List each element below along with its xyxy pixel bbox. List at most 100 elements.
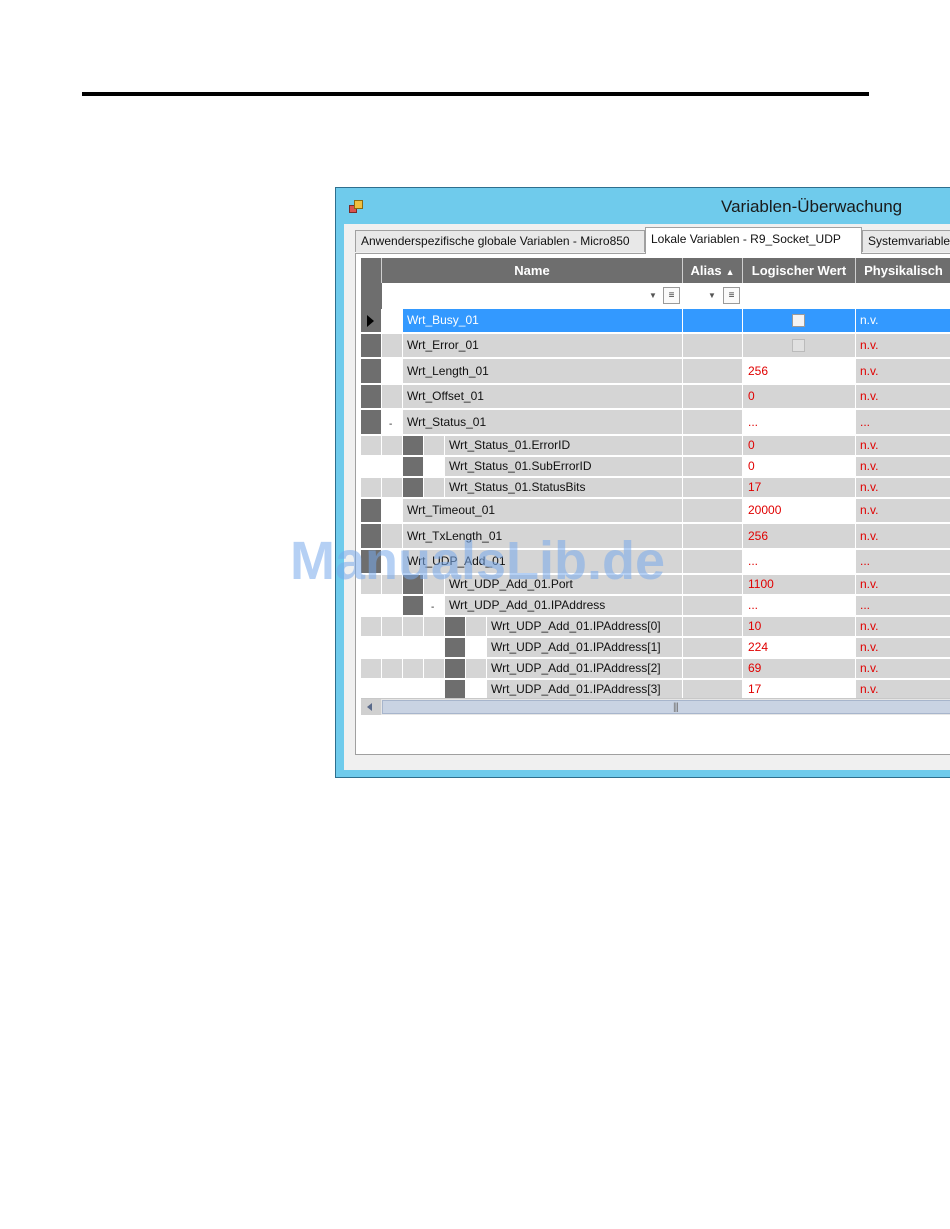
table-row[interactable]: Wrt_UDP_Add_01.IPAddress[0] 10 n.v. xyxy=(361,617,950,638)
physical-value-cell[interactable]: n.v. xyxy=(856,617,950,638)
alias-cell[interactable] xyxy=(683,385,743,410)
physical-value-cell[interactable]: n.v. xyxy=(856,499,950,524)
variable-name-cell[interactable]: Wrt_Error_01 xyxy=(403,334,683,359)
table-row[interactable]: Wrt_Length_01 256 n.v. xyxy=(361,359,950,385)
row-header[interactable] xyxy=(403,436,424,457)
alias-cell[interactable] xyxy=(683,524,743,550)
row-header[interactable] xyxy=(361,410,382,436)
alias-cell[interactable] xyxy=(683,575,743,596)
table-row[interactable]: Wrt_Status_01.SubErrorID 0 n.v. xyxy=(361,457,950,478)
column-header-physical[interactable]: Physikalisch xyxy=(856,258,950,283)
physical-value-cell[interactable]: n.v. xyxy=(856,659,950,680)
row-header[interactable] xyxy=(361,524,382,550)
variable-name-cell[interactable]: Wrt_UDP_Add_01.IPAddress[0] xyxy=(487,617,683,638)
physical-value-cell[interactable]: n.v. xyxy=(856,334,950,359)
logical-value-cell[interactable]: 1100 xyxy=(743,575,856,596)
table-row[interactable]: Wrt_UDP_Add_01.IPAddress[1] 224 n.v. xyxy=(361,638,950,659)
physical-value-cell[interactable]: n.v. xyxy=(856,457,950,478)
column-header-name[interactable]: Name xyxy=(382,258,683,283)
tab-local-variables[interactable]: Lokale Variablen - R9_Socket_UDP xyxy=(645,227,862,254)
value-checkbox[interactable] xyxy=(792,339,805,352)
table-row[interactable]: Wrt_Status_01.StatusBits 17 n.v. xyxy=(361,478,950,499)
physical-value-cell[interactable]: n.v. xyxy=(856,385,950,410)
row-header[interactable] xyxy=(361,550,382,575)
table-row[interactable]: Wrt_Offset_01 0 n.v. xyxy=(361,385,950,410)
row-header[interactable] xyxy=(361,499,382,524)
physical-value-cell[interactable]: n.v. xyxy=(856,359,950,385)
row-header[interactable] xyxy=(361,385,382,410)
physical-value-cell[interactable]: n.v. xyxy=(856,575,950,596)
row-header[interactable] xyxy=(445,638,466,659)
logical-value-cell[interactable]: ... xyxy=(743,550,856,575)
alias-cell[interactable] xyxy=(683,659,743,680)
logical-value-cell[interactable]: 0 xyxy=(743,457,856,478)
logical-value-cell[interactable]: 17 xyxy=(743,478,856,499)
table-row[interactable]: - Wrt_UDP_Add_01.IPAddress...... xyxy=(361,596,950,617)
tab-global-variables[interactable]: Anwenderspezifische globale Variablen - … xyxy=(355,230,645,252)
physical-value-cell[interactable]: ... xyxy=(856,596,950,617)
table-row[interactable]: Wrt_Busy_01 n.v. xyxy=(361,309,950,334)
row-header[interactable] xyxy=(361,334,382,359)
alias-cell[interactable] xyxy=(683,638,743,659)
logical-value-cell[interactable]: 0 xyxy=(743,385,856,410)
alias-cell[interactable] xyxy=(683,596,743,617)
logical-value-cell[interactable]: ... xyxy=(743,410,856,436)
variable-name-cell[interactable]: Wrt_Length_01 xyxy=(403,359,683,385)
logical-value-cell[interactable] xyxy=(743,334,856,359)
alias-cell[interactable] xyxy=(683,410,743,436)
physical-value-cell[interactable]: ... xyxy=(856,550,950,575)
column-header-alias[interactable]: Alias ▲ xyxy=(683,258,743,283)
alias-cell[interactable] xyxy=(683,478,743,499)
alias-filter-dropdown-icon[interactable]: ▼ xyxy=(708,291,716,300)
collapse-icon[interactable]: - xyxy=(431,598,434,615)
table-row[interactable]: Wrt_Timeout_01 20000 n.v. xyxy=(361,499,950,524)
logical-value-cell[interactable]: 0 xyxy=(743,436,856,457)
variable-name-cell[interactable]: Wrt_Status_01.ErrorID xyxy=(445,436,683,457)
name-filter-icon[interactable]: ≡ xyxy=(663,287,680,304)
expander-cell[interactable]: - xyxy=(382,410,403,436)
collapse-icon[interactable]: - xyxy=(389,413,392,434)
physical-value-cell[interactable]: ... xyxy=(856,410,950,436)
physical-value-cell[interactable]: n.v. xyxy=(856,524,950,550)
row-header[interactable] xyxy=(403,478,424,499)
value-checkbox[interactable] xyxy=(792,314,805,327)
variable-name-cell[interactable]: Wrt_Status_01.SubErrorID xyxy=(445,457,683,478)
expander-cell[interactable]: - xyxy=(424,596,445,617)
alias-cell[interactable] xyxy=(683,359,743,385)
logical-value-cell[interactable]: 69 xyxy=(743,659,856,680)
row-header[interactable] xyxy=(361,309,382,334)
alias-cell[interactable] xyxy=(683,617,743,638)
variable-name-cell[interactable]: Wrt_Status_01 xyxy=(403,410,683,436)
table-row[interactable]: Wrt_UDP_Add_01.Port 1100 n.v. xyxy=(361,575,950,596)
table-row[interactable]: Wrt_Error_01 n.v. xyxy=(361,334,950,359)
alias-cell[interactable] xyxy=(683,436,743,457)
row-header[interactable] xyxy=(403,457,424,478)
logical-value-cell[interactable]: 224 xyxy=(743,638,856,659)
logical-value-cell[interactable]: 256 xyxy=(743,359,856,385)
row-header[interactable] xyxy=(361,359,382,385)
physical-value-cell[interactable]: n.v. xyxy=(856,436,950,457)
logical-value-cell[interactable] xyxy=(743,309,856,334)
row-header[interactable] xyxy=(445,617,466,638)
horizontal-scrollbar[interactable]: ||| xyxy=(361,698,950,715)
table-row[interactable]: - Wrt_Status_01...... xyxy=(361,410,950,436)
variable-name-cell[interactable]: Wrt_Busy_01 xyxy=(403,309,683,334)
scroll-thumb[interactable]: ||| xyxy=(382,700,950,714)
table-row[interactable]: Wrt_Status_01.ErrorID 0 n.v. xyxy=(361,436,950,457)
row-header[interactable] xyxy=(445,659,466,680)
logical-value-cell[interactable]: 256 xyxy=(743,524,856,550)
physical-value-cell[interactable]: n.v. xyxy=(856,638,950,659)
variable-name-cell[interactable]: Wrt_Timeout_01 xyxy=(403,499,683,524)
alias-cell[interactable] xyxy=(683,457,743,478)
variable-name-cell[interactable]: Wrt_UDP_Add_01.IPAddress[2] xyxy=(487,659,683,680)
logical-value-cell[interactable]: 10 xyxy=(743,617,856,638)
logical-value-cell[interactable]: 20000 xyxy=(743,499,856,524)
scroll-left-button[interactable] xyxy=(361,699,381,715)
variable-name-cell[interactable]: Wrt_UDP_Add_01 xyxy=(403,550,683,575)
variable-name-cell[interactable]: Wrt_UDP_Add_01.IPAddress[1] xyxy=(487,638,683,659)
variable-name-cell[interactable]: Wrt_Status_01.StatusBits xyxy=(445,478,683,499)
variable-name-cell[interactable]: Wrt_TxLength_01 xyxy=(403,524,683,550)
table-row[interactable]: Wrt_UDP_Add_01...... xyxy=(361,550,950,575)
alias-cell[interactable] xyxy=(683,499,743,524)
table-row[interactable]: Wrt_UDP_Add_01.IPAddress[2] 69 n.v. xyxy=(361,659,950,680)
